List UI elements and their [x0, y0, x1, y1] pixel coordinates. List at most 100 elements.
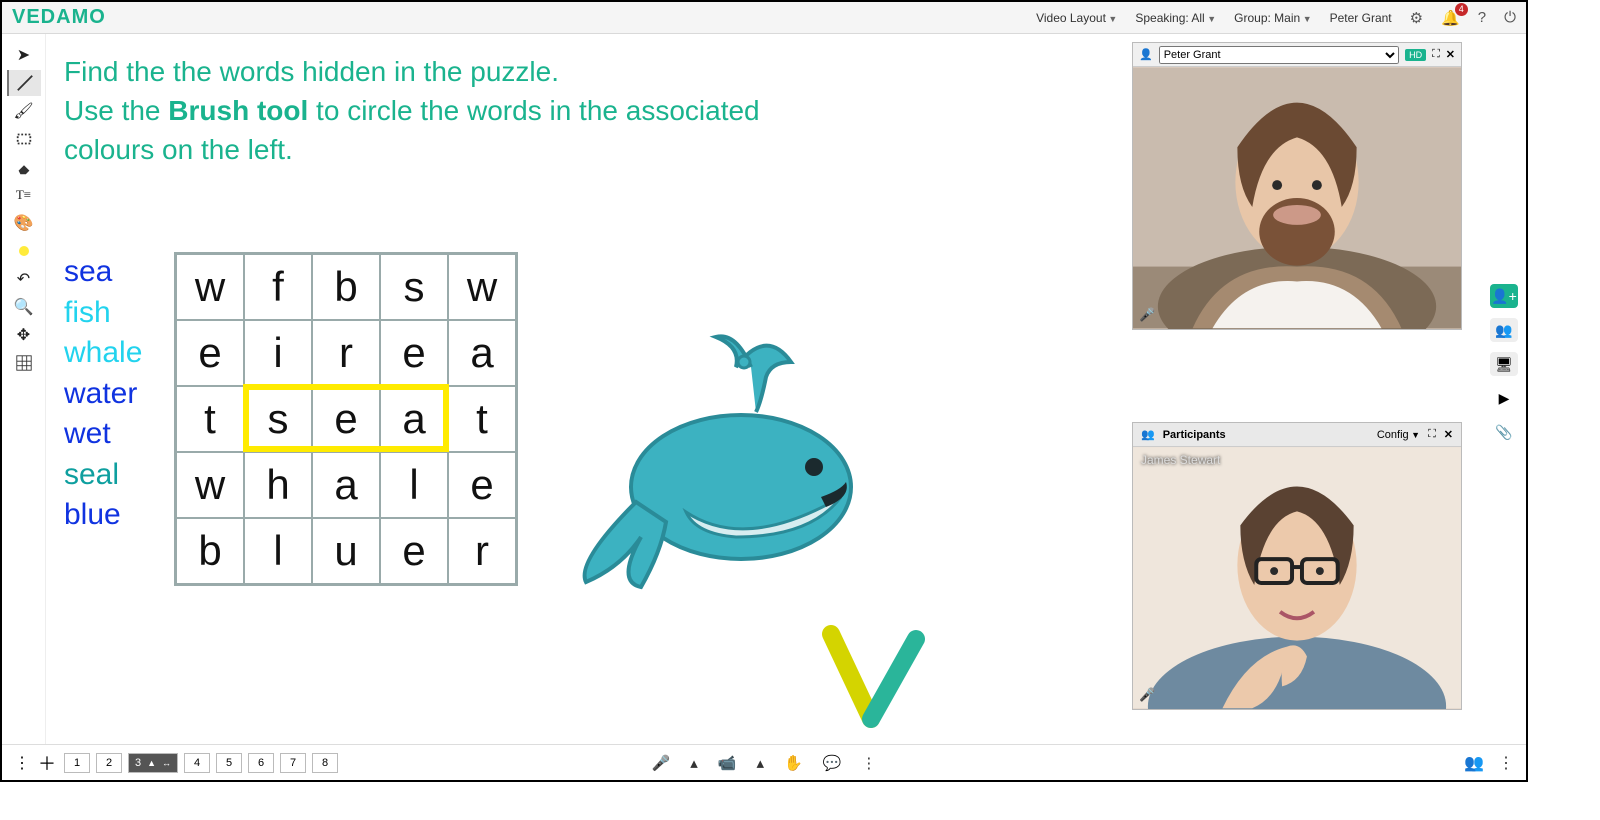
speaking-dropdown[interactable]: Speaking: All [1135, 11, 1216, 25]
group-icon[interactable]: 👥 [1464, 753, 1484, 773]
instruction-line3: colours on the left. [64, 134, 293, 165]
close-icon[interactable]: ✕ [1444, 428, 1453, 441]
bell-icon[interactable]: 🔔4 [1441, 9, 1460, 27]
grid-cell: i [244, 320, 312, 386]
page-tab[interactable]: 6 [248, 753, 274, 773]
grid-cell: e [380, 518, 448, 584]
hd-badge: HD [1405, 49, 1426, 61]
camera-toggle-icon[interactable]: 📹 [718, 754, 737, 772]
topbar-right: Video Layout Speaking: All Group: Main P… [1036, 9, 1516, 27]
word-item: fish [64, 293, 142, 334]
mic-more-icon[interactable]: ▴ [690, 754, 698, 772]
topbar: VEDAMO Video Layout Speaking: All Group:… [2, 2, 1526, 34]
page-tabs: 12 3 ▲ ↔ 45678 [64, 753, 338, 773]
grid-cell: r [448, 518, 516, 584]
page-tab[interactable]: 3 ▲ ↔ [128, 753, 178, 773]
grid-tool[interactable] [7, 350, 41, 376]
mic-toggle-icon[interactable]: 🎤 [652, 754, 671, 772]
participants-panel[interactable]: 👥 Participants Config ⛶ ✕ James Stewart … [1132, 422, 1462, 710]
rectangle-tool[interactable] [7, 126, 41, 152]
camera-more-icon[interactable]: ▴ [757, 754, 765, 772]
text-tool[interactable]: T≡ [7, 182, 41, 208]
pointer-tool[interactable]: ➤ [7, 42, 41, 68]
pagebar-menu-icon[interactable]: ⋮ [14, 753, 30, 773]
power-icon[interactable]: ⏻ [1504, 9, 1516, 26]
fullscreen-icon[interactable]: ⛶ [1432, 48, 1440, 61]
brush-tool[interactable]: 🖌 [7, 98, 41, 124]
bottom-more-icon[interactable]: ⋮ [1498, 753, 1514, 773]
chat-icon[interactable]: 💬 [823, 754, 842, 772]
grid-cell: h [244, 452, 312, 518]
instruction-line2a: Use the [64, 95, 168, 126]
word-item: seal [64, 455, 142, 496]
whale-image [566, 312, 876, 612]
participants-panel-icon[interactable]: 👥 [1490, 318, 1518, 342]
video-layout-dropdown[interactable]: Video Layout [1036, 11, 1117, 25]
gear-icon[interactable]: ⚙ [1410, 9, 1423, 27]
person-icon: 👤 [1139, 48, 1153, 61]
page-tab[interactable]: 8 [312, 753, 338, 773]
grid-cell: w [176, 452, 244, 518]
grid-cell: b [176, 518, 244, 584]
page-tab[interactable]: 5 [216, 753, 242, 773]
add-page-button[interactable]: ＋ [38, 750, 56, 776]
fit-tool[interactable]: ✥ [7, 322, 41, 348]
notif-badge: 4 [1455, 3, 1468, 16]
line-tool[interactable] [7, 70, 41, 96]
right-rail: 👤+ 👥 🖥 ▶ 📎 [1482, 34, 1526, 744]
undo-tool[interactable]: ↶ [7, 266, 41, 292]
participants-icon: 👥 [1141, 428, 1155, 441]
hand-raise-icon[interactable]: ✋ [784, 754, 803, 772]
grid-cell: e [380, 320, 448, 386]
word-item: whale [64, 333, 142, 374]
video-user-select[interactable]: Peter Grant [1159, 46, 1399, 64]
grid-cell: s [244, 386, 312, 452]
instruction-line2b: Brush tool [168, 95, 308, 126]
zoom-tool[interactable]: 🔍 [7, 294, 41, 320]
help-icon[interactable]: ? [1478, 9, 1486, 26]
color-indicator[interactable] [7, 238, 41, 264]
group-dropdown[interactable]: Group: Main [1234, 11, 1311, 25]
grid-cell: e [312, 386, 380, 452]
bottom-right-controls: 👥 ⋮ [1464, 753, 1514, 773]
page-tab[interactable]: 1 [64, 753, 90, 773]
grid-cell: l [380, 452, 448, 518]
palette-tool[interactable]: 🎨 [7, 210, 41, 236]
video-feed-participant: James Stewart 🎤 [1133, 447, 1461, 709]
instruction-line1: Find the the words hidden in the puzzle. [64, 56, 559, 87]
participants-header: 👥 Participants Config ⛶ ✕ [1133, 423, 1461, 447]
grid-cell: w [448, 254, 516, 320]
page-tab[interactable]: 2 [96, 753, 122, 773]
eraser-tool[interactable] [7, 154, 41, 180]
screen-share-icon[interactable]: 🖥 [1490, 352, 1518, 376]
word-list: seafishwhalewaterwetsealblue [64, 252, 142, 536]
grid-cell: b [312, 254, 380, 320]
attachment-icon[interactable]: 📎 [1490, 420, 1518, 444]
grid-cell: e [448, 452, 516, 518]
participants-title: Participants [1163, 429, 1226, 441]
page-tab[interactable]: 4 [184, 753, 210, 773]
page-bar: ⋮ ＋ 12 3 ▲ ↔ 45678 🎤 ▴ 📹 ▴ ✋ 💬 ⋮ 👥 ⋮ [2, 744, 1526, 780]
brand-logo: VEDAMO [12, 6, 106, 29]
grid-cell: t [176, 386, 244, 452]
username-label: Peter Grant [1330, 11, 1392, 25]
participants-config-dropdown[interactable]: Config [1377, 429, 1420, 441]
bottom-center-controls: 🎤 ▴ 📹 ▴ ✋ 💬 ⋮ [652, 754, 877, 772]
participant-name-overlay: James Stewart [1141, 453, 1220, 467]
instruction-text: Find the the words hidden in the puzzle.… [64, 52, 760, 170]
add-participant-icon[interactable]: 👤+ [1490, 284, 1518, 308]
more-icon[interactable]: ⋮ [861, 754, 876, 772]
page-tab[interactable]: 7 [280, 753, 306, 773]
grid-cell: u [312, 518, 380, 584]
word-item: wet [64, 414, 142, 455]
left-toolbar: ➤ 🖌 T≡ 🎨 ↶ 🔍 ✥ [2, 34, 46, 744]
fullscreen-icon[interactable]: ⛶ [1428, 428, 1436, 441]
video-panel[interactable]: 👤 Peter Grant HD ⛶ ✕ 🎤 [1132, 42, 1462, 330]
play-icon[interactable]: ▶ [1490, 386, 1518, 410]
word-item: blue [64, 495, 142, 536]
grid-cell: f [244, 254, 312, 320]
grid-cell: e [176, 320, 244, 386]
close-icon[interactable]: ✕ [1446, 48, 1455, 61]
word-item: sea [64, 252, 142, 293]
word-item: water [64, 374, 142, 415]
